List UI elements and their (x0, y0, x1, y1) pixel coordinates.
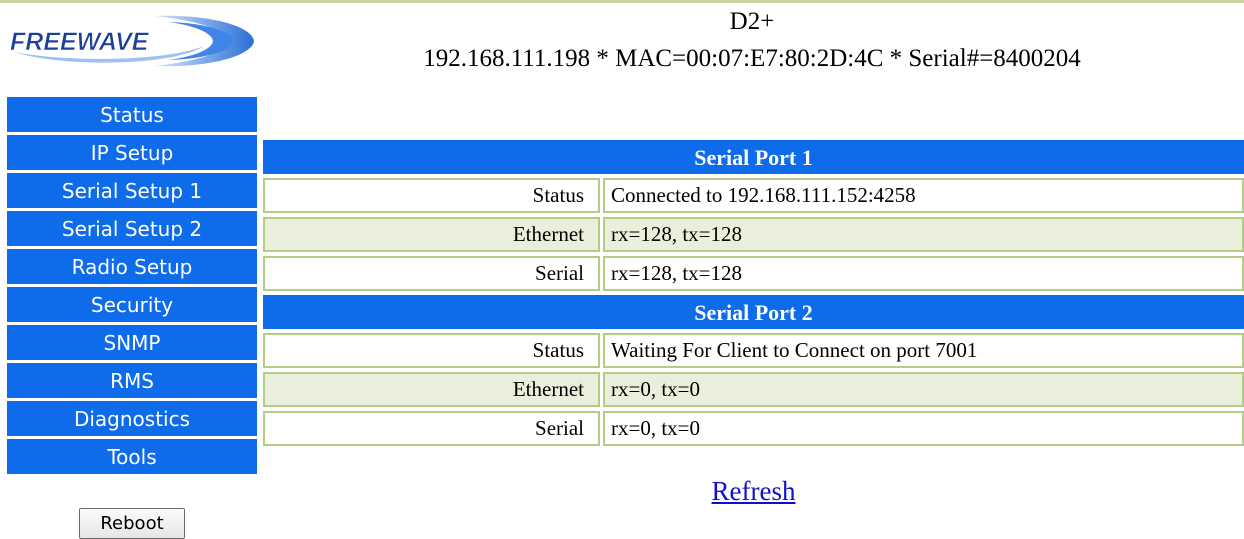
logo-text: FREEWAVE (10, 28, 150, 56)
row-value: Waiting For Client to Connect on port 70… (603, 333, 1244, 368)
freewave-logo-icon: FREEWAVE (10, 15, 254, 67)
nav-item-rms[interactable]: RMS (7, 363, 257, 398)
row-label: Status (263, 333, 600, 368)
table-row: Serial rx=0, tx=0 (263, 411, 1244, 446)
row-label: Serial (263, 411, 600, 446)
freewave-logo: FREEWAVE (4, 8, 259, 74)
table-row: Ethernet rx=0, tx=0 (263, 372, 1244, 407)
nav-item-status[interactable]: Status (7, 97, 257, 132)
sidebar-nav: Status IP Setup Serial Setup 1 Serial Se… (7, 97, 257, 477)
nav-item-ip-setup[interactable]: IP Setup (7, 135, 257, 170)
row-label: Serial (263, 256, 600, 291)
table-row: Serial rx=128, tx=128 (263, 256, 1244, 291)
nav-item-snmp[interactable]: SNMP (7, 325, 257, 360)
nav-item-tools[interactable]: Tools (7, 439, 257, 474)
nav-item-radio-setup[interactable]: Radio Setup (7, 249, 257, 284)
serial-status-table: Serial Port 1 Status Connected to 192.16… (263, 140, 1244, 450)
row-label: Ethernet (263, 217, 600, 252)
refresh-container: Refresh (263, 475, 1244, 507)
refresh-link[interactable]: Refresh (712, 476, 796, 506)
nav-item-serial-setup-2[interactable]: Serial Setup 2 (7, 211, 257, 246)
row-label: Status (263, 178, 600, 213)
nav-item-diagnostics[interactable]: Diagnostics (7, 401, 257, 436)
device-info: 192.168.111.198 * MAC=00:07:E7:80:2D:4C … (423, 45, 1081, 72)
nav-item-serial-setup-1[interactable]: Serial Setup 1 (7, 173, 257, 208)
row-value: rx=0, tx=0 (603, 411, 1244, 446)
table-row: Ethernet rx=128, tx=128 (263, 217, 1244, 252)
top-border (0, 0, 1244, 3)
row-label: Ethernet (263, 372, 600, 407)
section-header-serial-port-1: Serial Port 1 (263, 140, 1244, 174)
device-title: D2+ (729, 8, 775, 35)
row-value: rx=128, tx=128 (603, 256, 1244, 291)
table-row: Status Connected to 192.168.111.152:4258 (263, 178, 1244, 213)
reboot-button[interactable]: Reboot (79, 508, 185, 539)
row-value: Connected to 192.168.111.152:4258 (603, 178, 1244, 213)
nav-item-security[interactable]: Security (7, 287, 257, 322)
section-header-serial-port-2: Serial Port 2 (263, 295, 1244, 329)
row-value: rx=128, tx=128 (603, 217, 1244, 252)
row-value: rx=0, tx=0 (603, 372, 1244, 407)
table-row: Status Waiting For Client to Connect on … (263, 333, 1244, 368)
